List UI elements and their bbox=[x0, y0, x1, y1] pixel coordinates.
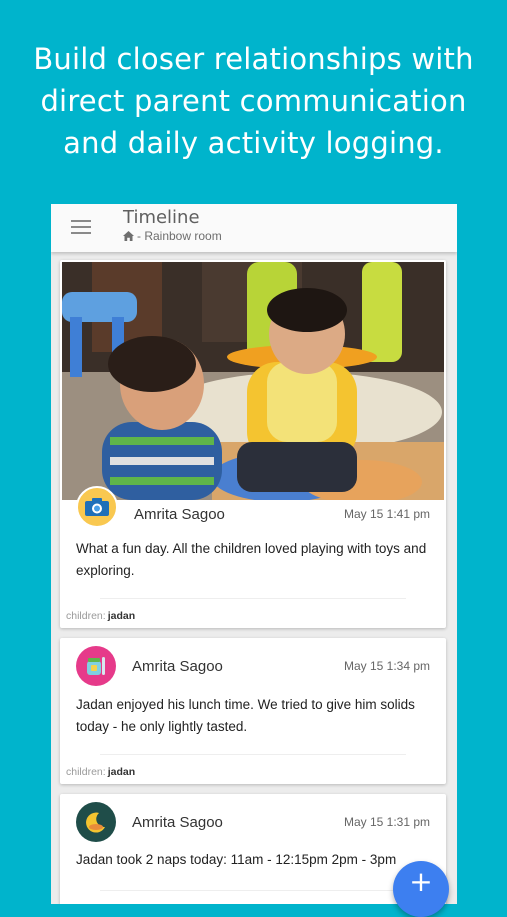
camera-icon bbox=[85, 498, 109, 516]
room-subtitle[interactable]: - Rainbow room bbox=[123, 229, 222, 243]
phone-screen: Timeline - Rainbow room Amrita Sagoo May… bbox=[51, 204, 457, 904]
baby-food-icon bbox=[87, 657, 105, 675]
post-children: children: jadan bbox=[66, 766, 135, 778]
timeline-post[interactable]: Amrita Sagoo May 15 1:31 pm Jadan took 2… bbox=[60, 794, 446, 904]
post-divider bbox=[100, 754, 406, 755]
hamburger-menu-icon[interactable] bbox=[71, 220, 91, 234]
children-value[interactable]: jadan bbox=[108, 610, 135, 622]
headline-line-2: direct parent communication bbox=[40, 84, 467, 118]
post-author: Amrita Sagoo bbox=[134, 506, 225, 523]
post-text: Jadan took 2 naps today: 11am - 12:15pm … bbox=[76, 852, 397, 867]
post-time: May 15 1:34 pm bbox=[343, 659, 430, 673]
post-divider bbox=[100, 890, 406, 891]
post-time: May 15 1:31 pm bbox=[343, 815, 430, 829]
add-post-button[interactable]: + bbox=[393, 861, 449, 917]
timeline-post[interactable]: Amrita Sagoo May 15 1:34 pm Jadan enjoye… bbox=[60, 638, 446, 784]
post-photo[interactable] bbox=[62, 262, 444, 500]
home-icon bbox=[123, 231, 134, 241]
headline-line-1: Build closer relationships with bbox=[33, 42, 474, 76]
post-time: May 15 1:41 pm bbox=[343, 507, 430, 521]
post-divider bbox=[100, 598, 406, 599]
promo-headline: Build closer relationships with direct p… bbox=[0, 38, 507, 164]
app-bar: Timeline - Rainbow room bbox=[51, 204, 457, 252]
post-author: Amrita Sagoo bbox=[132, 658, 223, 675]
moon-icon bbox=[86, 812, 105, 833]
post-avatar bbox=[76, 646, 116, 686]
post-children: children: jadan bbox=[66, 610, 135, 622]
children-value[interactable]: jadan bbox=[108, 766, 135, 778]
post-author: Amrita Sagoo bbox=[132, 814, 223, 831]
post-avatar bbox=[76, 802, 116, 842]
children-label: children: bbox=[66, 766, 106, 778]
timeline-post[interactable]: Amrita Sagoo May 15 1:41 pm What a fun d… bbox=[60, 260, 446, 628]
headline-line-3: and daily activity logging. bbox=[63, 126, 444, 160]
post-text: Jadan enjoyed his lunch time. We tried t… bbox=[76, 697, 415, 734]
plus-icon: + bbox=[409, 865, 433, 898]
page-title: Timeline bbox=[123, 207, 200, 228]
post-text: What a fun day. All the children loved p… bbox=[76, 541, 427, 578]
room-name: - Rainbow room bbox=[137, 229, 222, 243]
children-label: children: bbox=[66, 610, 106, 622]
post-avatar bbox=[76, 486, 118, 528]
